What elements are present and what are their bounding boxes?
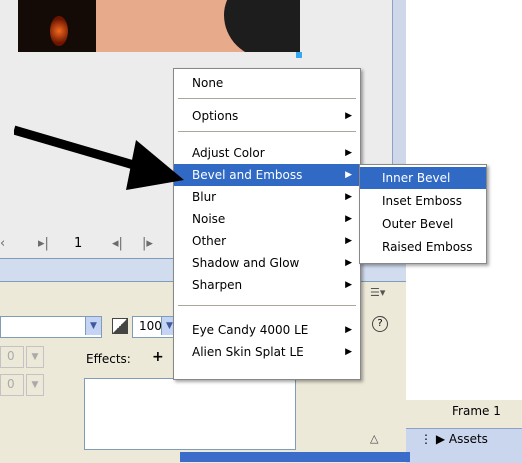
submenu-arrow-icon: ▶	[345, 236, 352, 246]
x-field[interactable]: 0	[0, 346, 24, 368]
effects-label: Effects:	[86, 352, 131, 366]
image-glow-region	[50, 16, 68, 46]
menu-item-inset-emboss[interactable]: Inset Emboss	[360, 190, 486, 212]
menu-item-bevel-and-emboss[interactable]: Bevel and Emboss ▶	[174, 164, 360, 186]
submenu-arrow-icon: ▶	[345, 192, 352, 202]
canvas-image[interactable]	[18, 0, 300, 52]
submenu-arrow-icon: ▶	[345, 214, 352, 224]
menu-item-label: None	[192, 76, 224, 90]
pointer-arrow-annotation	[14, 125, 184, 190]
opacity-icon	[112, 318, 128, 334]
image-bird-region	[224, 0, 300, 52]
menu-item-eye-candy[interactable]: Eye Candy 4000 LE ▶	[174, 319, 360, 341]
effects-list[interactable]	[84, 378, 296, 450]
menu-item-adjust-color[interactable]: Adjust Color ▶	[174, 142, 360, 164]
menu-item-label: Inset Emboss	[382, 194, 463, 208]
opacity-field[interactable]: 100 ▼	[132, 316, 178, 338]
last-frame-icon[interactable]: ▸|	[38, 236, 49, 251]
panel-options-icon[interactable]: ☰▾	[370, 286, 386, 300]
bevel-emboss-submenu: Inner Bevel Inset Emboss Outer Bevel Rai…	[359, 164, 487, 264]
menu-item-sharpen[interactable]: Sharpen ▶	[174, 274, 360, 296]
menu-item-label: Bevel and Emboss	[192, 168, 303, 182]
menu-separator	[178, 98, 356, 99]
menu-item-label: Other	[192, 234, 227, 248]
y-value: 0	[7, 377, 15, 391]
step-back-icon[interactable]: ◂|	[112, 236, 123, 251]
menu-item-label: Inner Bevel	[382, 171, 451, 185]
expand-arrow-icon: ⋮ ▶	[420, 432, 449, 446]
menu-item-label: Options	[192, 109, 239, 123]
menu-item-options[interactable]: Options ▶	[174, 105, 360, 127]
step-forward-icon[interactable]: |▸	[142, 236, 153, 251]
assets-toggle[interactable]: ⋮ ▶ Assets	[420, 432, 488, 446]
menu-separator	[178, 131, 356, 132]
x-value: 0	[7, 349, 15, 363]
submenu-arrow-icon: ▶	[345, 347, 352, 357]
submenu-arrow-icon: ▶	[345, 280, 352, 290]
menu-item-label: Eye Candy 4000 LE	[192, 323, 309, 337]
menu-item-label: Sharpen	[192, 278, 243, 292]
menu-item-label: Raised Emboss	[382, 240, 473, 254]
chevron-down-icon[interactable]: ▼	[26, 374, 44, 396]
menu-item-raised-emboss[interactable]: Raised Emboss	[360, 236, 486, 258]
menu-item-noise[interactable]: Noise ▶	[174, 208, 360, 230]
submenu-arrow-icon: ▶	[345, 148, 352, 158]
chevron-down-icon[interactable]: ▼	[85, 317, 101, 335]
menu-separator	[178, 305, 356, 306]
y-field[interactable]: 0	[0, 374, 24, 396]
opacity-value: 100	[139, 319, 162, 333]
collapse-icon[interactable]: △	[370, 432, 378, 445]
submenu-arrow-icon: ▶	[345, 258, 352, 268]
frame-number: 1	[74, 236, 83, 251]
filters-menu: None Options ▶ Adjust Color ▶ Bevel and Em…	[173, 68, 361, 380]
menu-item-other[interactable]: Other ▶	[174, 230, 360, 252]
add-effect-button[interactable]: +	[152, 349, 164, 365]
taskbar-strip	[180, 452, 410, 462]
submenu-arrow-icon: ▶	[345, 111, 352, 121]
frame-label: Frame 1	[452, 404, 501, 418]
menu-item-none[interactable]: None	[174, 72, 360, 94]
menu-item-alien-skin-splat[interactable]: Alien Skin Splat LE ▶	[174, 341, 360, 363]
menu-item-label: Alien Skin Splat LE	[192, 345, 304, 359]
blend-mode-select[interactable]: ▼	[0, 316, 102, 338]
menu-item-label: Noise	[192, 212, 226, 226]
menu-item-inner-bevel[interactable]: Inner Bevel	[360, 167, 486, 189]
menu-item-shadow-and-glow[interactable]: Shadow and Glow ▶	[174, 252, 360, 274]
menu-item-blur[interactable]: Blur ▶	[174, 186, 360, 208]
submenu-arrow-icon: ▶	[345, 325, 352, 335]
prev-frame-icon[interactable]: ‹	[0, 236, 5, 251]
menu-item-outer-bevel[interactable]: Outer Bevel	[360, 213, 486, 235]
selection-handle[interactable]	[296, 52, 302, 58]
menu-item-label: Shadow and Glow	[192, 256, 300, 270]
menu-item-label: Adjust Color	[192, 146, 265, 160]
assets-label: Assets	[448, 432, 488, 446]
help-icon[interactable]: ?	[372, 316, 388, 332]
menu-item-label: Outer Bevel	[382, 217, 454, 231]
submenu-arrow-icon: ▶	[345, 170, 352, 180]
chevron-down-icon[interactable]: ▼	[26, 346, 44, 368]
menu-item-label: Blur	[192, 190, 217, 204]
